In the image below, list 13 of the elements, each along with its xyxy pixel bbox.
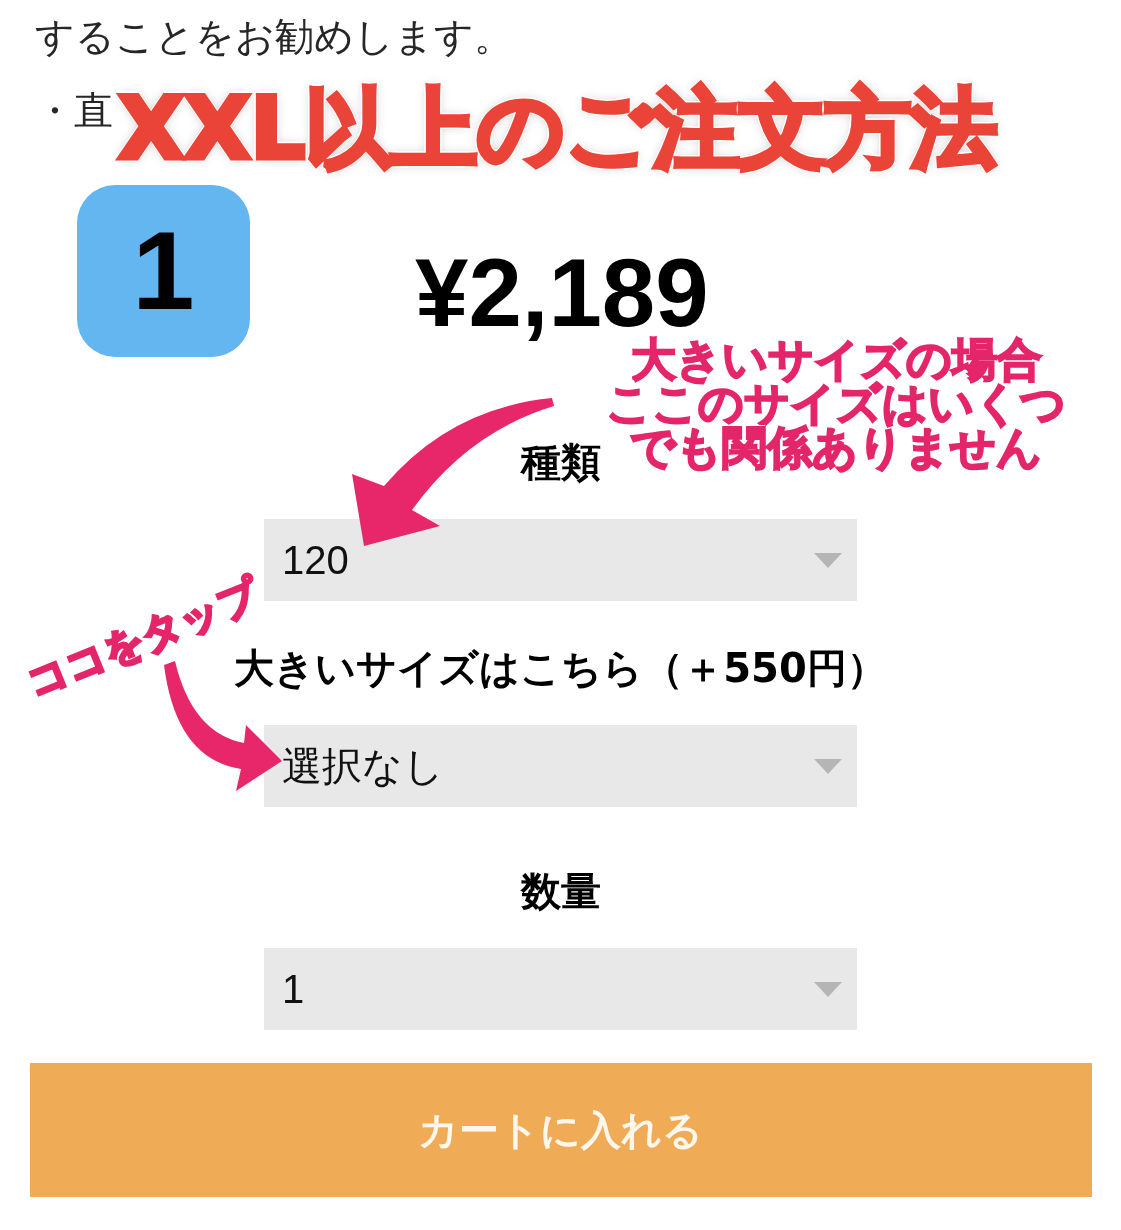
dropdown-select[interactable]: 選択なし [264,725,857,807]
dropdown-select[interactable]: 1 [264,948,857,1030]
field-heading: 種類 [520,438,601,487]
caret-icon [814,758,842,774]
field-heading: 数量 [520,867,601,916]
dropdown-select[interactable]: 120 [264,519,857,601]
caret-icon [814,552,842,568]
body-text: することをお勧めします。 [35,13,513,61]
body-text: ・直 [35,87,113,135]
field-heading: 大きいサイズはこちら（＋550円） [234,644,887,693]
step-number-badge: 1 [77,185,250,357]
banner-title: XXL以上のご注文方法 [118,84,998,172]
caret-icon [814,981,842,997]
